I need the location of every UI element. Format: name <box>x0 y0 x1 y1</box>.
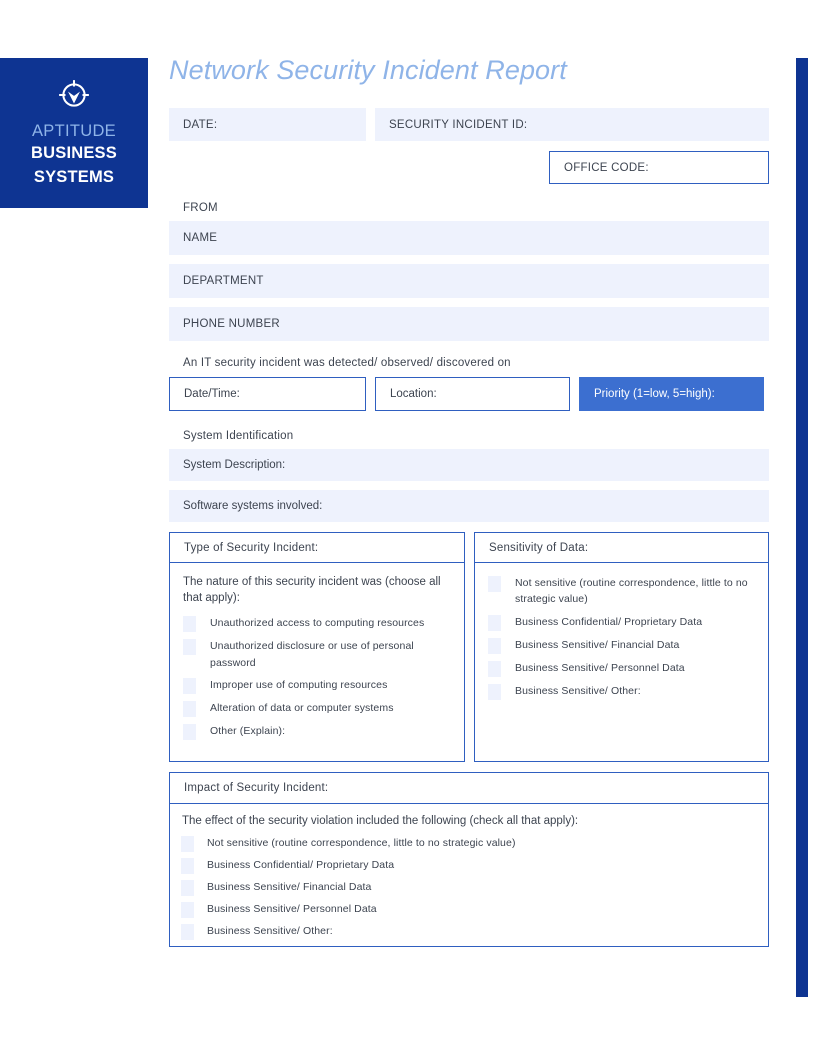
crosshair-target-icon <box>57 78 91 112</box>
location-field[interactable]: Location: <box>375 377 570 412</box>
checkbox-icon[interactable] <box>183 639 196 656</box>
phone-number-field[interactable]: PHONE NUMBER <box>169 307 769 342</box>
checkbox-icon[interactable] <box>488 576 501 593</box>
checkbox-item[interactable]: Other (Explain): <box>183 723 452 740</box>
date-field-label: DATE: <box>183 118 218 131</box>
phone-number-field-label: PHONE NUMBER <box>183 318 280 331</box>
checkbox-label: Business Sensitive/ Other: <box>207 925 333 938</box>
brand-line-1: APTITUDE <box>32 122 116 140</box>
checkbox-label: Business Sensitive/ Financial Data <box>515 638 680 651</box>
date-field[interactable]: DATE: <box>169 108 366 142</box>
checkbox-icon[interactable] <box>183 723 196 740</box>
checkbox-icon[interactable] <box>183 677 196 694</box>
checkbox-icon[interactable] <box>488 637 501 654</box>
checkbox-label: Improper use of computing resources <box>210 678 388 691</box>
checkbox-icon[interactable] <box>181 924 194 941</box>
checkbox-label: Business Sensitive/ Other: <box>515 684 641 697</box>
checkbox-item[interactable]: Not sensitive (routine correspondence, l… <box>181 835 756 853</box>
software-systems-field[interactable]: Software systems involved: <box>169 490 769 523</box>
brand-line-3: SYSTEMS <box>33 168 115 187</box>
checkbox-item[interactable]: Not sensitive (routine correspondence, l… <box>488 575 756 608</box>
checkbox-item[interactable]: Unauthorized access to computing resourc… <box>183 615 452 633</box>
form-content: Network Security Incident Report DATE: S… <box>169 55 769 948</box>
panel-row: Type of Security Incident: The nature of… <box>169 532 769 763</box>
priority-field[interactable]: Priority (1=low, 5=high): <box>579 377 764 412</box>
from-heading: FROM <box>183 202 218 215</box>
checkbox-label: Other (Explain): <box>210 724 286 737</box>
checkbox-item[interactable]: Business Sensitive/ Financial Data <box>181 879 756 897</box>
checkbox-item[interactable]: Business Sensitive/ Personnel Data <box>488 660 756 677</box>
security-incident-id-field[interactable]: SECURITY INCIDENT ID: <box>375 108 769 142</box>
checkbox-icon[interactable] <box>488 614 501 631</box>
checkbox-item[interactable]: Alteration of data or computer systems <box>183 700 452 717</box>
office-code-label: OFFICE CODE: <box>564 161 649 174</box>
checkbox-label: Unauthorized access to computing resourc… <box>210 617 425 630</box>
checkbox-icon[interactable] <box>183 616 196 633</box>
checkbox-item[interactable]: Business Sensitive/ Other: <box>181 923 756 941</box>
detection-field-row: Date/Time: Location: Priority (1=low, 5=… <box>169 377 769 412</box>
document-page: APTITUDE BUSINESS SYSTEMS Network Securi… <box>0 0 816 1056</box>
checkbox-item[interactable]: Business Confidential/ Proprietary Data <box>181 857 756 875</box>
system-identification-heading: System Identification <box>183 430 294 443</box>
detection-lead-text: An IT security incident was detected/ ob… <box>183 357 511 370</box>
office-code-row: OFFICE CODE: <box>169 151 769 185</box>
page-title: Network Security Incident Report <box>169 55 567 85</box>
type-of-security-incident-panel: Type of Security Incident: The nature of… <box>169 532 465 763</box>
checkbox-icon[interactable] <box>181 836 194 853</box>
checkbox-icon[interactable] <box>488 660 501 677</box>
impact-panel-heading: Impact of Security Incident: <box>170 773 768 805</box>
checkbox-item[interactable]: Business Sensitive/ Other: <box>488 683 756 700</box>
checkbox-label: Alteration of data or computer systems <box>210 701 394 714</box>
checkbox-label: Business Confidential/ Proprietary Data <box>207 859 395 872</box>
checkbox-item[interactable]: Business Sensitive/ Personnel Data <box>181 901 756 919</box>
impact-panel-body: The effect of the security violation inc… <box>170 804 768 946</box>
checkbox-item[interactable]: Business Confidential/ Proprietary Data <box>488 614 756 631</box>
priority-label: Priority (1=low, 5=high): <box>594 388 715 401</box>
checkbox-label: Not sensitive (routine correspondence, l… <box>207 837 516 850</box>
department-field-label: DEPARTMENT <box>183 275 264 288</box>
system-description-field[interactable]: System Description: <box>169 449 769 482</box>
checkbox-label: Business Confidential/ Proprietary Data <box>515 615 703 628</box>
sensitivity-panel-heading: Sensitivity of Data: <box>475 533 768 564</box>
checkbox-item[interactable]: Unauthorized disclosure or use of person… <box>183 638 452 671</box>
checkbox-icon[interactable] <box>181 880 194 897</box>
checkbox-label: Business Sensitive/ Personnel Data <box>207 903 377 916</box>
checkbox-icon[interactable] <box>181 902 194 919</box>
checkbox-icon[interactable] <box>488 683 501 700</box>
impact-panel-intro: The effect of the security violation inc… <box>182 815 579 828</box>
office-code-field[interactable]: OFFICE CODE: <box>549 151 769 185</box>
type-checkbox-list: Unauthorized access to computing resourc… <box>183 615 452 746</box>
checkbox-icon[interactable] <box>183 700 196 717</box>
brand-line-2: BUSINESS <box>31 144 117 163</box>
name-field[interactable]: NAME <box>169 221 769 256</box>
date-time-field[interactable]: Date/Time: <box>169 377 366 412</box>
system-description-label: System Description: <box>183 459 286 472</box>
checkbox-label: Business Sensitive/ Personnel Data <box>515 661 685 674</box>
checkbox-label: Business Sensitive/ Financial Data <box>207 881 372 894</box>
department-field[interactable]: DEPARTMENT <box>169 264 769 299</box>
sensitivity-panel-body: Not sensitive (routine correspondence, l… <box>475 563 768 761</box>
right-accent-rail <box>796 58 808 997</box>
sensitivity-of-data-panel: Sensitivity of Data: Not sensitive (rout… <box>474 532 769 763</box>
impact-of-security-incident-panel: Impact of Security Incident: The effect … <box>169 772 769 948</box>
type-panel-intro: The nature of this security incident was… <box>183 576 441 604</box>
software-systems-label: Software systems involved: <box>183 500 323 513</box>
brand-block: APTITUDE BUSINESS SYSTEMS <box>0 58 148 208</box>
sensitivity-checkbox-list: Not sensitive (routine correspondence, l… <box>488 575 756 706</box>
checkbox-item[interactable]: Business Sensitive/ Financial Data <box>488 637 756 654</box>
header-field-row: DATE: SECURITY INCIDENT ID: <box>169 108 769 142</box>
checkbox-icon[interactable] <box>181 858 194 875</box>
checkbox-label: Unauthorized disclosure or use of person… <box>210 640 414 669</box>
name-field-label: NAME <box>183 232 218 245</box>
impact-checkbox-list: Not sensitive (routine correspondence, l… <box>181 835 756 945</box>
security-incident-id-label: SECURITY INCIDENT ID: <box>389 118 528 131</box>
location-label: Location: <box>390 388 437 401</box>
type-panel-body: The nature of this security incident was… <box>170 563 464 761</box>
checkbox-label: Not sensitive (routine correspondence, l… <box>515 577 748 606</box>
date-time-label: Date/Time: <box>184 388 240 401</box>
checkbox-item[interactable]: Improper use of computing resources <box>183 677 452 694</box>
type-panel-heading: Type of Security Incident: <box>170 533 464 564</box>
